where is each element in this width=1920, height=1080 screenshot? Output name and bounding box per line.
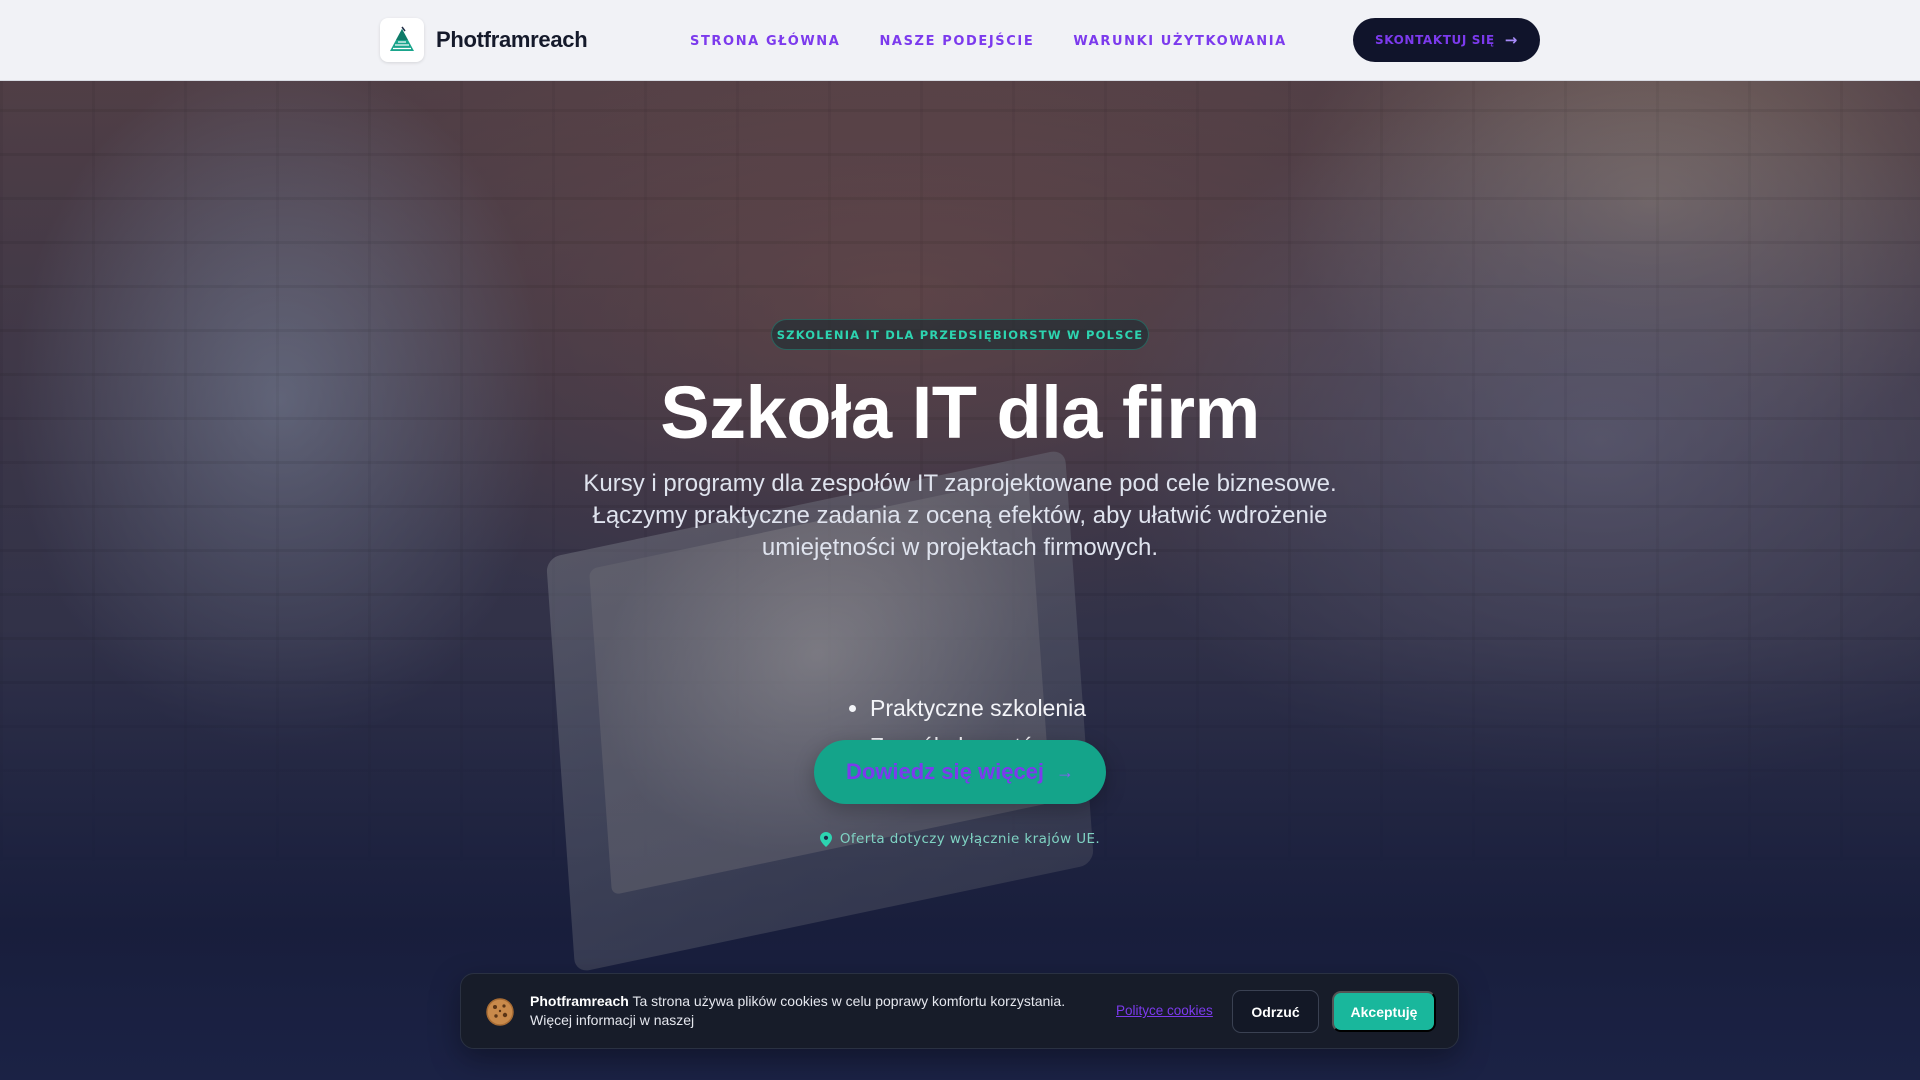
cookie-brand: Photframreach [530,993,629,1009]
accept-cookies-button[interactable]: Akceptuję [1332,991,1436,1032]
contact-button[interactable]: SKONTAKTUJ SIĘ → [1353,18,1540,62]
cookie-icon [486,998,514,1026]
feature-item: Praktyczne szkolenia [870,689,1150,727]
arrow-right-icon: → [1056,761,1075,782]
nav-link-approach[interactable]: NASZE PODEJŚCIE [879,30,1034,54]
hero-title: Szkoła IT dla firm [660,371,1260,454]
arrow-right-icon: → [1504,30,1518,49]
brand-link[interactable]: Photframreach [380,18,588,62]
contact-button-label: SKONTAKTUJ SIĘ [1375,33,1495,47]
nav-link-home[interactable]: STRONA GŁÓWNA [690,30,840,54]
nav-link-terms[interactable]: WARUNKI UŻYTKOWANIA [1073,30,1287,54]
hero-description: Kursy i programy dla zespołów IT zaproje… [583,470,1337,561]
cookie-banner: Photframreach Ta strona używa plików coo… [460,973,1459,1049]
cookie-message: Photframreach Ta strona używa plików coo… [530,992,1090,1030]
hero-content: SZKOLENIA IT DLA PRZEDSIĘBIORSTW W POLSC… [0,81,1920,1080]
brand-name: Photframreach [436,27,588,52]
main-nav: STRONA GŁÓWNA NASZE PODEJŚCIE WARUNKI UŻ… [690,30,1287,54]
learn-more-label: Dowiedz się więcej [845,759,1045,784]
hero-section: SZKOLENIA IT DLA PRZEDSIĘBIORSTW W POLSC… [0,81,1920,1080]
offer-note: Oferta dotyczy wyłącznie krajów UE. [760,829,1160,849]
map-pin-icon [819,831,832,847]
pyramid-tree-logo-icon [380,18,424,62]
site-header: Photframreach STRONA GŁÓWNA NASZE PODEJŚ… [0,0,1920,81]
hero-badge: SZKOLENIA IT DLA PRZEDSIĘBIORSTW W POLSC… [771,319,1149,350]
reject-cookies-button[interactable]: Odrzuć [1232,990,1319,1033]
learn-more-button[interactable]: Dowiedz się więcej → [814,740,1106,804]
offer-note-text: Oferta dotyczy wyłącznie krajów UE. [839,831,1101,847]
cookie-policy-link[interactable]: Polityce cookies [1116,1003,1213,1018]
